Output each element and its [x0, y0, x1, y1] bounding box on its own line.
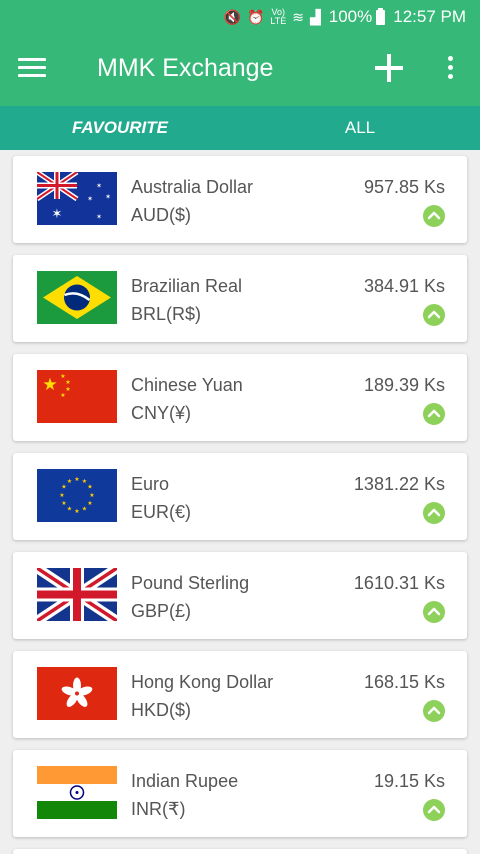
exchange-rate: 189.39 Ks: [363, 375, 445, 395]
svg-text:★: ★: [87, 484, 92, 491]
exchange-rate: 1610.31 Ks: [353, 573, 445, 593]
svg-text:★: ★: [42, 375, 57, 395]
australia-flag-icon: ✶ ✶ ✶ ✶ ✶: [37, 172, 117, 225]
currency-card-cny[interactable]: ★ ★ ★ ★ ★ Chinese Yuan CNY(¥) 189.39 Ks: [13, 354, 467, 441]
exchange-rate: 19.15 Ks: [373, 771, 445, 791]
currency-card-aud[interactable]: ✶ ✶ ✶ ✶ ✶ Australia Dollar AUD($) 957.85…: [13, 156, 467, 243]
wifi-icon: ≋: [292, 9, 304, 25]
eu-flag-icon: ★ ★ ★ ★ ★ ★ ★ ★ ★ ★ ★ ★: [37, 469, 117, 522]
svg-text:★: ★: [61, 500, 66, 507]
volte-icon: Vo) LTE: [270, 7, 287, 26]
trend-up-icon: [423, 799, 445, 821]
currency-name: Chinese Yuan: [131, 375, 243, 395]
currency-name: Australia Dollar: [131, 177, 254, 197]
svg-text:★: ★: [89, 492, 94, 499]
currency-code: AUD($): [131, 205, 192, 225]
currency-card-inr[interactable]: Indian Rupee INR(₹) 19.15 Ks: [13, 750, 467, 837]
svg-text:★: ★: [60, 392, 65, 399]
currency-name: Hong Kong Dollar: [131, 672, 274, 692]
currency-card-brl[interactable]: Brazilian Real BRL(R$) 384.91 Ks: [13, 255, 467, 342]
svg-text:✶: ✶: [96, 182, 102, 190]
currency-card-eur[interactable]: ★ ★ ★ ★ ★ ★ ★ ★ ★ ★ ★ ★ Euro EUR(€) 1381…: [13, 453, 467, 540]
currency-code: INR(₹): [131, 799, 186, 819]
china-flag-icon: ★ ★ ★ ★ ★: [37, 370, 117, 423]
battery-percent: 100%: [328, 7, 373, 26]
status-bar: 🔇 ⏰ Vo) LTE ≋ ▟ 100% 12:57 PM: [0, 0, 480, 34]
trend-up-icon: [423, 403, 445, 425]
exchange-rate: 384.91 Ks: [363, 276, 445, 296]
trend-up-icon: [423, 502, 445, 524]
trend-up-icon: [423, 700, 445, 722]
hong-kong-flag-icon: [37, 667, 117, 720]
svg-text:★: ★: [59, 492, 64, 499]
more-options-icon[interactable]: [442, 56, 458, 84]
status-time: 12:57 PM: [393, 7, 466, 26]
currency-name: Pound Sterling: [131, 573, 250, 593]
svg-text:✶: ✶: [105, 193, 111, 201]
india-flag-icon: [37, 766, 117, 819]
currency-name: Brazilian Real: [131, 276, 243, 296]
menu-icon[interactable]: [18, 58, 46, 80]
currency-code: GBP(£): [131, 601, 192, 621]
mute-icon: 🔇: [223, 9, 241, 25]
exchange-rate: 1381.22 Ks: [353, 474, 445, 494]
status-icons: 🔇 ⏰ Vo) LTE ≋ ▟: [224, 8, 321, 26]
uk-flag-icon: [37, 568, 117, 621]
svg-text:★: ★: [82, 506, 87, 513]
app-title: MMK Exchange: [97, 54, 274, 82]
currency-code: BRL(R$): [131, 304, 202, 324]
currency-code: HKD($): [131, 700, 192, 720]
svg-text:★: ★: [65, 379, 70, 386]
exchange-rate: 957.85 Ks: [363, 177, 445, 197]
currency-name: Indian Rupee: [131, 771, 239, 791]
svg-text:★: ★: [74, 508, 79, 515]
currency-code: CNY(¥): [131, 403, 192, 423]
tab-bar: FAVOURITE ALL: [0, 106, 480, 150]
currency-card-hkd[interactable]: Hong Kong Dollar HKD($) 168.15 Ks: [13, 651, 467, 738]
signal-icon: ▟: [309, 9, 321, 25]
tab-all[interactable]: ALL: [240, 106, 480, 150]
svg-text:★: ★: [67, 506, 72, 513]
svg-text:✶: ✶: [96, 213, 102, 221]
svg-text:★: ★: [74, 476, 79, 483]
exchange-rate: 168.15 Ks: [363, 672, 445, 692]
svg-text:✶: ✶: [52, 207, 63, 222]
currency-code: EUR(€): [131, 502, 192, 522]
svg-text:★: ★: [87, 500, 92, 507]
currency-card-gbp[interactable]: Pound Sterling GBP(£) 1610.31 Ks: [13, 552, 467, 639]
brazil-flag-icon: [37, 271, 117, 324]
trend-up-icon: [423, 601, 445, 623]
app-bar: MMK Exchange: [0, 34, 480, 106]
battery-icon: [376, 7, 386, 25]
currency-card-next[interactable]: [13, 849, 467, 854]
add-icon[interactable]: [373, 52, 405, 84]
trend-up-icon: [423, 304, 445, 326]
tab-favourite[interactable]: FAVOURITE: [0, 106, 240, 150]
svg-text:★: ★: [65, 386, 70, 393]
alarm-icon: ⏰: [246, 9, 265, 25]
svg-text:✶: ✶: [87, 195, 93, 203]
currency-name: Euro: [131, 474, 170, 494]
svg-text:★: ★: [67, 478, 72, 485]
trend-up-icon: [423, 205, 445, 227]
